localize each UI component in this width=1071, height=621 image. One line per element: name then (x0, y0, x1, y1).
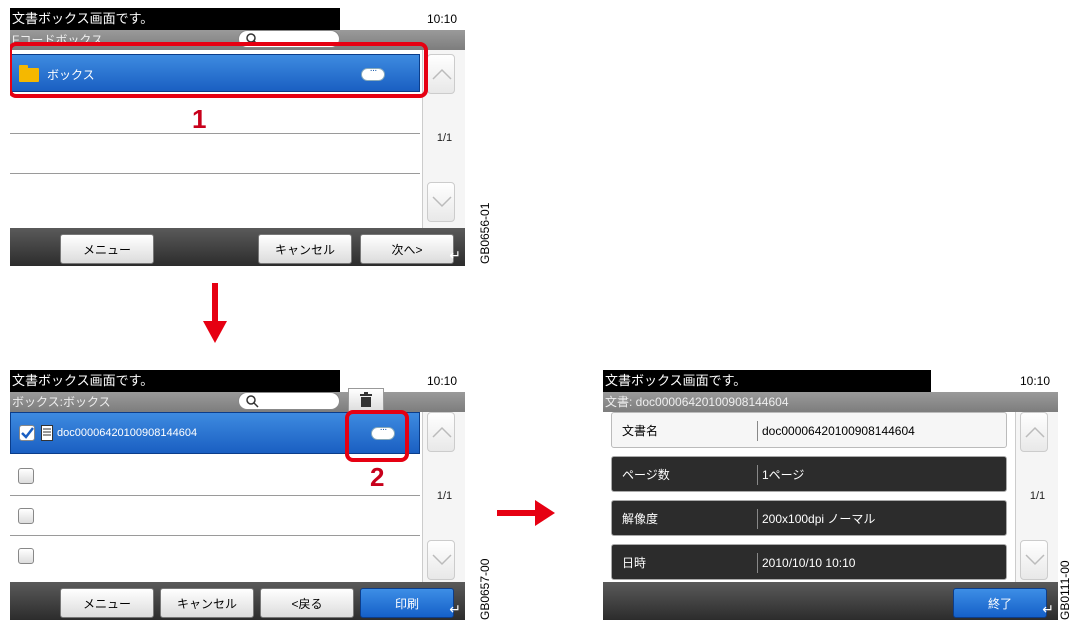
status-message: 文書ボックス画面です。 (10, 8, 340, 30)
cancel-button[interactable]: キャンセル (160, 588, 254, 618)
detail-row-name[interactable]: 文書名 doc00006420100908144604 (611, 412, 1007, 448)
list-item-empty (10, 456, 420, 496)
scroll-down-button[interactable] (427, 540, 455, 580)
enter-icon: ↵ (449, 601, 461, 617)
page-indicator: 1/1 (1029, 490, 1046, 502)
detail-row-resolution: 解像度 200x100dpi ノーマル (611, 500, 1007, 536)
checkbox[interactable] (18, 548, 34, 564)
arrow-right (497, 500, 555, 526)
scroll-column: 1/1 (422, 50, 465, 228)
checkbox[interactable] (18, 508, 34, 524)
checkmark-icon (21, 427, 34, 439)
status-bar: 文書ボックス画面です。 10:10 (10, 8, 465, 30)
search-input[interactable] (238, 392, 340, 410)
bottom-toolbar: メニュー キャンセル 次へ> ↵ (10, 228, 465, 266)
detail-row-date: 日時 2010/10/10 10:10 (611, 544, 1007, 580)
list-item-empty (10, 174, 420, 214)
detail-row-pages: ページ数 1ページ (611, 456, 1007, 492)
scroll-column: 1/1 (1015, 412, 1058, 582)
chevron-down-icon (432, 554, 452, 566)
checkbox[interactable] (18, 468, 34, 484)
list-item-empty (10, 536, 420, 576)
list-item-empty (10, 496, 420, 536)
status-message: 文書ボックス画面です。 (603, 370, 931, 392)
scroll-up-button[interactable] (427, 54, 455, 94)
enter-icon: ↵ (1042, 601, 1054, 617)
callout-frame-1 (10, 42, 428, 98)
scroll-column: 1/1 (422, 412, 465, 582)
screen-2: 文書ボックス画面です。 10:10 ボックス:ボックス doc000064201… (10, 370, 465, 620)
screen-1: 文書ボックス画面です。 10:10 Fコードボックス ボックス 1/1 メニュー… (10, 8, 465, 266)
scroll-down-button[interactable] (427, 182, 455, 222)
clock: 10:10 (1019, 374, 1050, 388)
list-item-label: doc00006420100908144604 (57, 427, 198, 439)
page-indicator: 1/1 (436, 490, 453, 502)
clock: 10:10 (426, 374, 457, 388)
search-icon (246, 395, 259, 408)
chevron-up-icon (1025, 426, 1045, 438)
document-icon (41, 425, 53, 441)
status-message: 文書ボックス画面です。 (10, 370, 340, 392)
list-item-empty (10, 134, 420, 174)
callout-number-1: 1 (192, 104, 207, 134)
divider (757, 553, 758, 573)
details-panel: 文書名 doc00006420100908144604 ページ数 1ページ 解像… (603, 412, 1013, 582)
page-indicator: 1/1 (436, 132, 453, 144)
print-button[interactable]: 印刷 (360, 588, 454, 618)
detail-key: 解像度 (622, 512, 659, 526)
clock: 10:10 (426, 12, 457, 26)
chevron-up-icon (432, 426, 452, 438)
chevron-down-icon (1025, 554, 1045, 566)
scroll-up-button[interactable] (427, 412, 455, 452)
detail-value: doc00006420100908144604 (762, 424, 915, 438)
menu-button[interactable]: メニュー (60, 234, 154, 264)
detail-value: 1ページ (762, 468, 805, 482)
trash-icon (360, 392, 372, 407)
arrow-down (203, 283, 227, 343)
callout-number-2: 2 (370, 462, 385, 492)
next-button[interactable]: 次へ> (360, 234, 454, 264)
detail-value: 2010/10/10 10:10 (762, 556, 856, 570)
detail-key: 日時 (622, 556, 647, 570)
figure-code: GB0657-00 (478, 558, 492, 620)
end-button[interactable]: 終了 (953, 588, 1047, 618)
menu-button[interactable]: メニュー (60, 588, 154, 618)
figure-code: GB0111-00 (1058, 560, 1071, 620)
bottom-toolbar: メニュー キャンセル <戻る 印刷 ↵ (10, 582, 465, 620)
detail-value: 200x100dpi ノーマル (762, 512, 876, 526)
callout-frame-2 (345, 410, 409, 462)
divider (757, 465, 758, 485)
figure-code: GB0656-01 (478, 202, 492, 264)
bottom-toolbar: 終了 ↵ (603, 582, 1058, 620)
trash-button[interactable] (348, 388, 384, 412)
chevron-up-icon (432, 68, 452, 80)
back-button[interactable]: <戻る (260, 588, 354, 618)
screen-3: 文書ボックス画面です。 10:10 文書: doc000064201009081… (603, 370, 1058, 620)
list-item-empty (10, 94, 420, 134)
cancel-button[interactable]: キャンセル (258, 234, 352, 264)
checkbox[interactable] (19, 425, 35, 441)
status-bar: 文書ボックス画面です。 10:10 (603, 370, 1058, 392)
divider (757, 509, 758, 529)
breadcrumb: 文書: doc00006420100908144604 (603, 392, 1058, 412)
scroll-up-button[interactable] (1020, 412, 1048, 452)
status-bar: 文書ボックス画面です。 10:10 (10, 370, 465, 392)
chevron-down-icon (432, 196, 452, 208)
scroll-down-button[interactable] (1020, 540, 1048, 580)
enter-icon: ↵ (449, 247, 461, 263)
detail-key: ページ数 (622, 468, 670, 482)
detail-key: 文書名 (622, 424, 659, 438)
divider (757, 421, 758, 441)
